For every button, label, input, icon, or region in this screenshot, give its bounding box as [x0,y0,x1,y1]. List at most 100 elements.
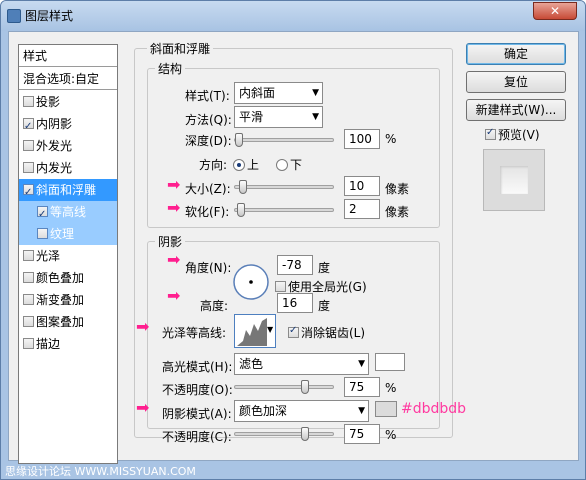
angle-label: 角度(N): [185,261,232,275]
direction-down-radio[interactable]: 下 [276,156,302,173]
global-light-label: 使用全局光(G) [288,280,367,294]
list-item-contour[interactable]: 等高线 [19,201,117,226]
list-item-label: 内阴影 [36,117,73,131]
color-overlay-checkbox[interactable] [23,272,34,283]
radio-icon [276,159,288,171]
list-item-gradient-overlay[interactable]: 渐变叠加 [19,289,117,311]
list-item-blending-options[interactable]: 混合选项:自定 [19,68,117,90]
list-item-label: 外发光 [36,139,73,153]
style-list: 样式 混合选项:自定 投影 内阴影 外发光 内发光 斜面和浮雕 等高线 纹理 光… [18,44,118,464]
depth-label: 深度(D): [185,134,232,148]
highlight-opacity-slider[interactable] [234,380,334,394]
size-input[interactable]: 10 [344,176,380,196]
altitude-input[interactable]: 16 [277,293,313,313]
chevron-down-icon: ▼ [312,112,319,122]
structure-title: 结构 [155,60,186,77]
gloss-contour-label: 光泽等高线: [162,326,227,340]
list-item-outer-glow[interactable]: 外发光 [19,135,117,157]
shadow-opacity-slider[interactable] [234,427,334,441]
list-item-drop-shadow[interactable]: 投影 [19,91,117,113]
drop-shadow-checkbox[interactable] [23,96,34,107]
gradient-overlay-checkbox[interactable] [23,294,34,305]
list-item-stroke[interactable]: 描边 [19,333,117,355]
bevel-emboss-checkbox[interactable] [23,182,34,204]
gloss-contour-picker[interactable]: ▼ [234,314,276,348]
soften-input[interactable]: 2 [344,199,380,219]
antialias-checkbox[interactable]: 消除锯齿(L) [288,324,365,341]
new-style-button[interactable]: 新建样式(W)... [466,99,566,121]
angle-dial-center [249,280,253,284]
photoshop-icon [7,9,21,23]
style-select[interactable]: 内斜面 ▼ [234,82,323,104]
soften-label: 软化(F): [185,205,230,219]
shadow-color-swatch[interactable] [375,401,397,417]
list-header-styles[interactable]: 样式 [19,45,117,67]
list-item-texture[interactable]: 纹理 [19,223,117,245]
preview-label: 预览(V) [498,128,540,142]
list-item-label: 等高线 [50,205,87,219]
soften-slider-thumb[interactable] [236,203,245,217]
outer-glow-checkbox[interactable] [23,140,34,151]
chevron-down-icon: ▼ [267,325,274,334]
highlight-opacity-label: 不透明度(O): [162,383,233,397]
depth-input[interactable]: 100 [344,129,380,149]
dialog-title: 图层样式 [25,9,74,23]
shadow-color-note: #dbdbdb [401,401,467,417]
ok-button[interactable]: 确定 [466,43,566,65]
pattern-overlay-checkbox[interactable] [23,316,34,327]
technique-select[interactable]: 平滑 ▼ [234,106,323,128]
shadow-opacity-input[interactable]: 75 [344,424,380,444]
list-item-color-overlay[interactable]: 颜色叠加 [19,267,117,289]
inner-glow-checkbox[interactable] [23,162,34,173]
angle-input[interactable]: -78 [277,255,313,275]
list-item-pattern-overlay[interactable]: 图案叠加 [19,311,117,333]
contour-checkbox[interactable] [37,204,48,226]
size-slider[interactable] [234,180,334,194]
highlight-color-swatch[interactable] [375,353,405,371]
highlight-opacity-unit: % [385,381,397,395]
list-item-label: 光泽 [36,249,61,263]
angle-dial[interactable] [232,263,270,301]
list-item-label: 纹理 [50,227,75,241]
depth-slider-thumb[interactable] [235,133,243,147]
satin-checkbox[interactable] [23,250,34,261]
list-item-inner-glow[interactable]: 内发光 [19,157,117,179]
highlight-mode-select[interactable]: 滤色 ▼ [234,353,369,375]
highlight-opacity-thumb[interactable] [301,380,309,394]
list-item-label: 斜面和浮雕 [36,183,97,197]
close-button[interactable]: ✕ [533,2,577,20]
pointer-arrow-icon: ➡ [167,286,181,305]
reset-button[interactable]: 复位 [466,71,566,93]
technique-select-value: 平滑 [239,110,264,124]
list-item-label: 描边 [36,337,61,351]
list-item-label: 颜色叠加 [36,271,85,285]
preview-checkbox[interactable]: 预览(V) [485,126,540,143]
stroke-checkbox[interactable] [23,338,34,349]
technique-label: 方法(Q): [185,113,232,127]
style-label: 样式(T): [185,89,230,103]
shadow-opacity-thumb[interactable] [301,427,309,441]
contour-curve-icon [237,316,267,346]
size-slider-thumb[interactable] [238,180,247,194]
soften-slider[interactable] [234,203,334,217]
texture-checkbox[interactable] [37,228,48,239]
title-bar[interactable]: 图层样式 ✕ [1,1,585,31]
list-item-inner-shadow[interactable]: 内阴影 [19,113,117,138]
highlight-opacity-input[interactable]: 75 [344,377,380,397]
angle-unit: 度 [318,261,331,275]
shadow-mode-value: 颜色加深 [239,404,288,418]
list-item-label: 图案叠加 [36,315,85,329]
checkbox-icon [288,325,299,338]
chevron-down-icon: ▼ [358,406,365,416]
direction-label: 方向: [199,158,228,172]
direction-up-label: 上 [247,158,260,172]
inner-shadow-checkbox[interactable] [23,116,34,138]
direction-up-radio[interactable]: 上 [233,156,259,173]
shadow-mode-select[interactable]: 颜色加深 ▼ [234,400,369,422]
list-item-bevel-emboss[interactable]: 斜面和浮雕 [19,179,117,204]
list-item-label: 投影 [36,95,61,109]
checkbox-icon [275,281,286,292]
list-item-satin[interactable]: 光泽 [19,245,117,267]
radio-icon [233,159,245,171]
depth-slider[interactable] [234,133,334,147]
